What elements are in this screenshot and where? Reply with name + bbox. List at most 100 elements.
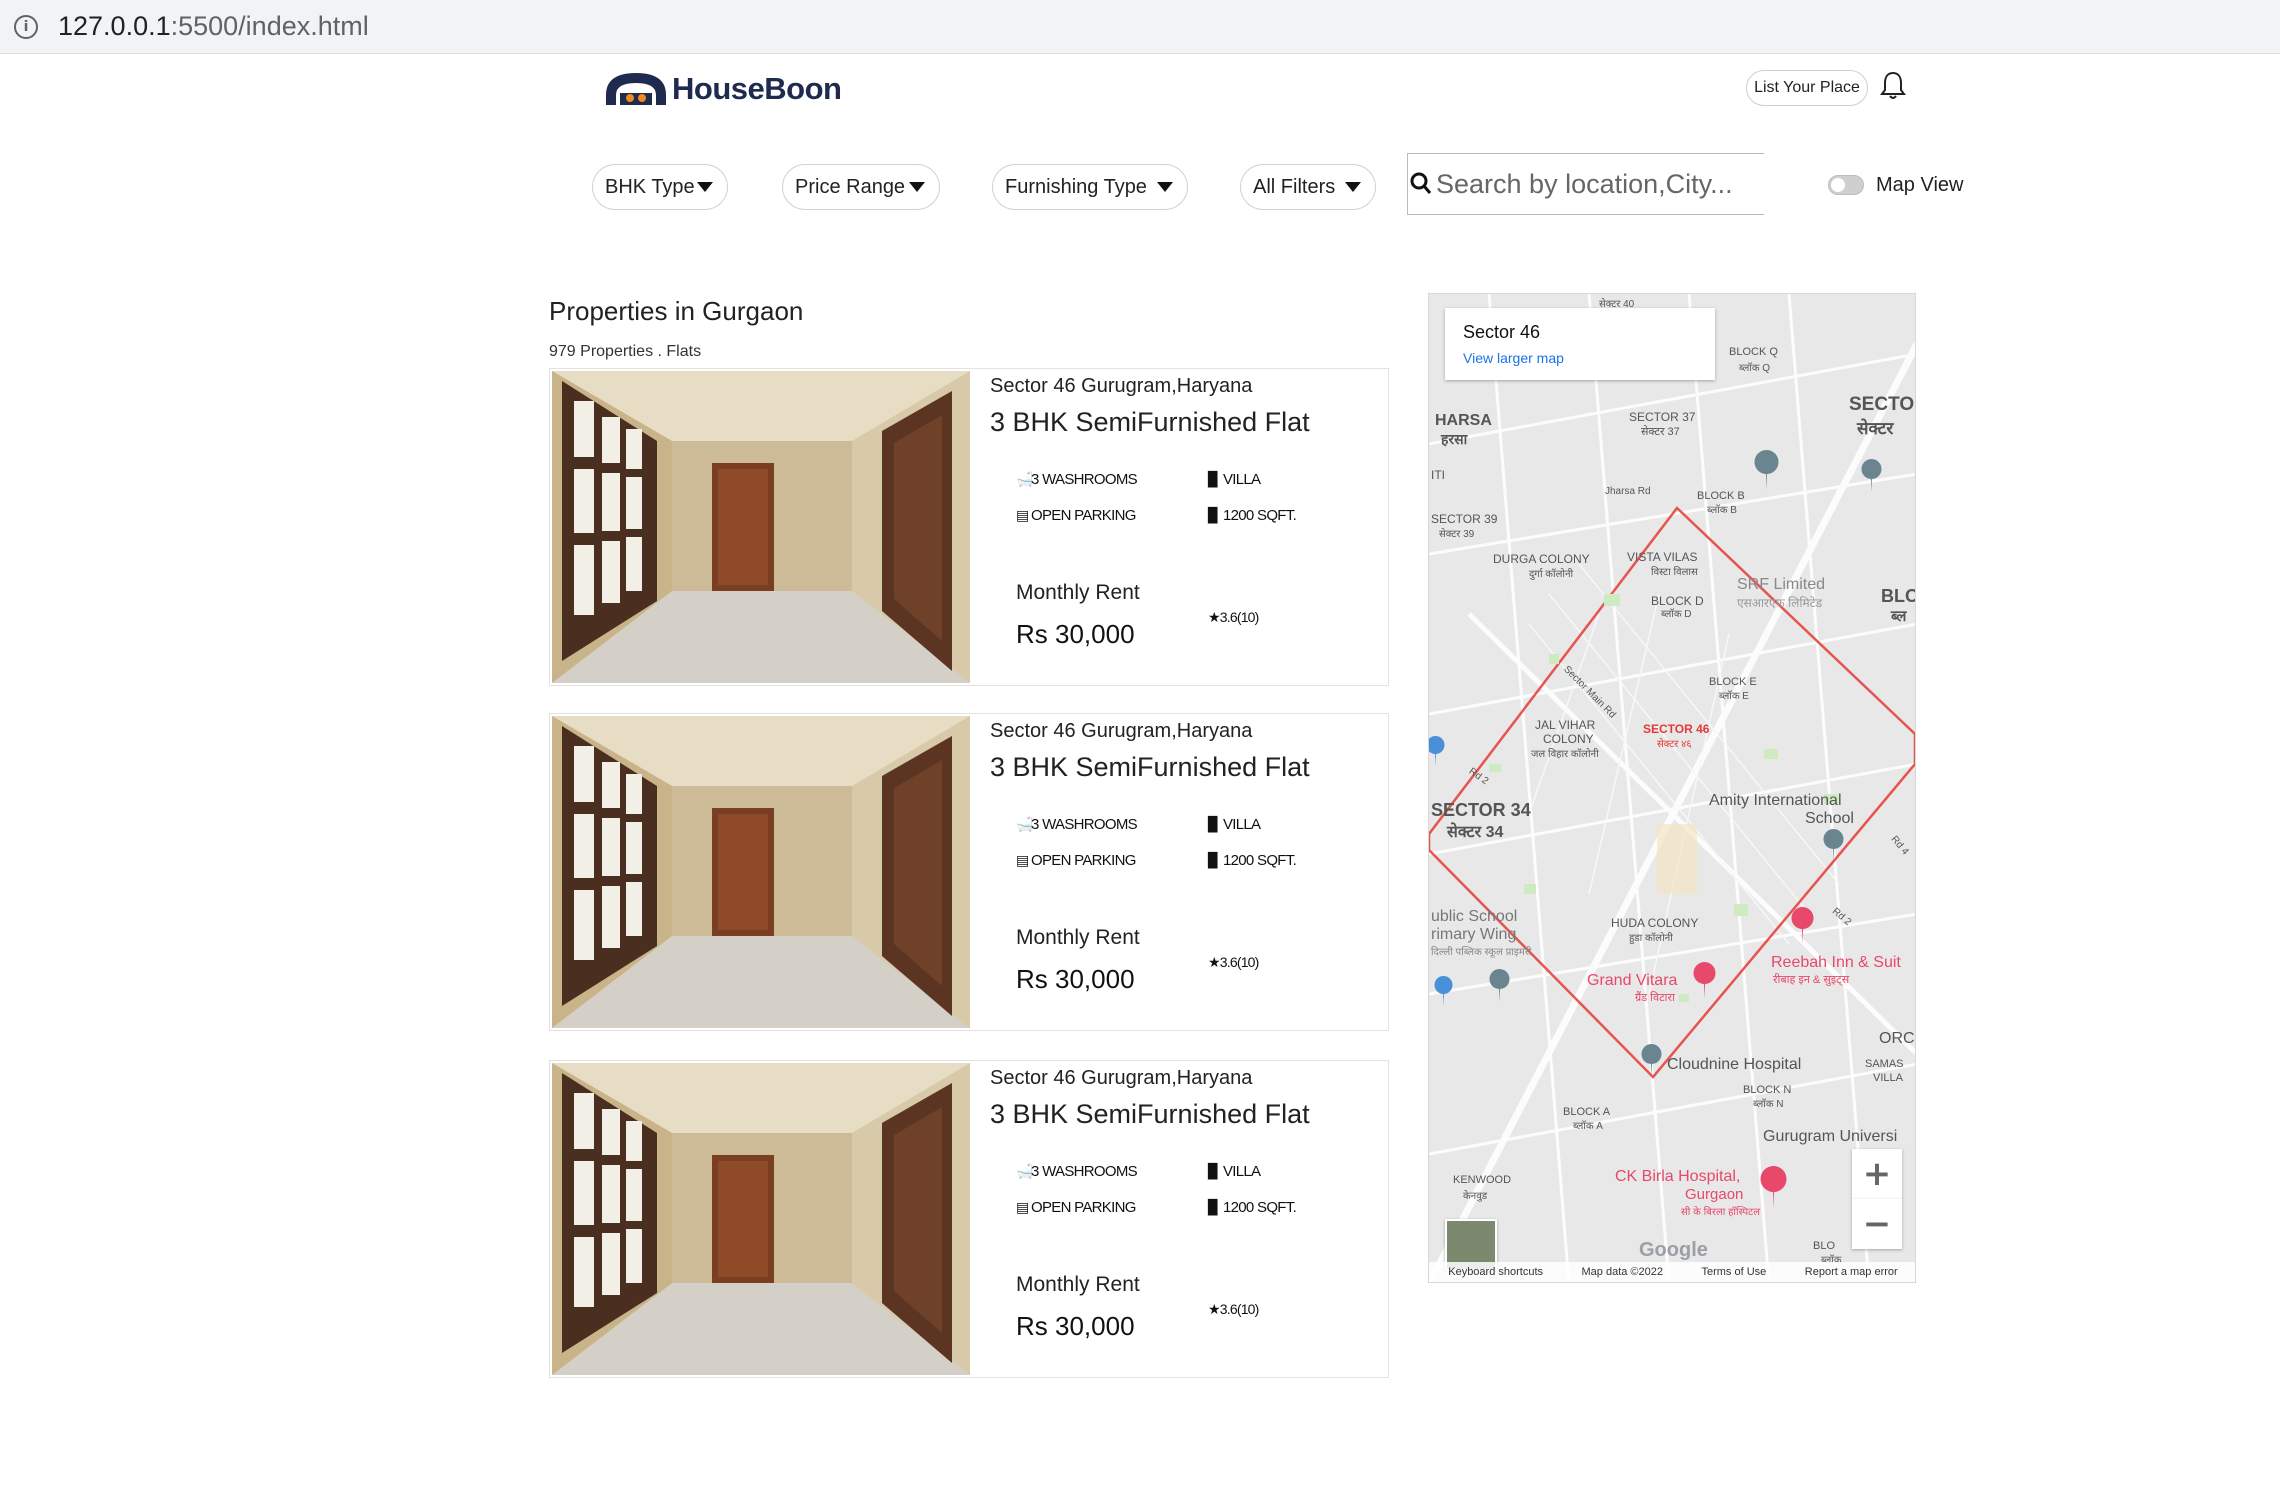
map-label: एसआरएफ लिमिटेड	[1737, 596, 1823, 610]
furnishing-type-dropdown[interactable]: Furnishing Type	[992, 164, 1188, 210]
info-icon[interactable]: i	[14, 14, 38, 39]
property-photo[interactable]	[552, 1063, 970, 1375]
star-icon: ★	[1208, 954, 1221, 970]
map-label: BLOCK A	[1563, 1106, 1611, 1118]
terms-of-use-link[interactable]: Terms of Use	[1701, 1266, 1766, 1278]
search-box[interactable]	[1407, 153, 1764, 215]
area-feature: ▉ 1200 SQFT.	[1208, 852, 1297, 869]
map-label: जल विहार कॉलोनी	[1531, 749, 1599, 760]
rating: ★3.6(10)	[1208, 609, 1259, 626]
brand-logo[interactable]: HouseBoon	[604, 66, 842, 112]
map-label: ब्लॉक Q	[1739, 363, 1771, 374]
all-filters-dropdown[interactable]: All Filters	[1240, 164, 1376, 210]
parking-feature: ▤ OPEN PARKING	[1016, 1199, 1136, 1216]
map-embed[interactable]: सेक्टर 40 BLOCK Q ब्लॉक Q SECTO सेक्टर H…	[1428, 293, 1916, 1283]
house-logo-icon	[606, 73, 666, 105]
map-place-card: Sector 46 View larger map	[1445, 308, 1715, 380]
parking-feature: ▤ OPEN PARKING	[1016, 507, 1136, 524]
bathtub-icon: 🛁	[1016, 816, 1033, 832]
property-photo[interactable]	[552, 716, 970, 1028]
property-card[interactable]: Sector 46 Gurugram,Haryana 3 BHK SemiFur…	[549, 368, 1389, 686]
map-label: ब्लॉक D	[1661, 609, 1692, 620]
map-label: ब्लॉक A	[1573, 1121, 1603, 1132]
rent-amount: Rs 30,000	[1016, 964, 1135, 994]
area-text: 1200 SQFT.	[1223, 852, 1297, 869]
washrooms-feature: 🛁 3 WASHROOMS	[1016, 471, 1138, 488]
map-label: सेक्टर 34	[1447, 824, 1504, 841]
area-text: 1200 SQFT.	[1223, 1199, 1297, 1216]
map-label: ORC	[1879, 1030, 1915, 1047]
map-label: केनवुड	[1463, 1191, 1488, 1202]
map-label: Jharsa Rd	[1605, 486, 1651, 497]
map-label: SECTOR 46	[1643, 722, 1710, 736]
list-your-place-button[interactable]: List Your Place	[1746, 70, 1868, 106]
map-label: SECTO	[1849, 394, 1915, 415]
parking-icon: ▤	[1016, 507, 1029, 523]
map-label: HUDA COLONY	[1611, 916, 1699, 930]
report-map-error-link[interactable]: Report a map error	[1805, 1266, 1898, 1278]
parking-text: OPEN PARKING	[1031, 1199, 1136, 1216]
property-type-text: VILLA	[1223, 1163, 1261, 1180]
map-view-toggle[interactable]	[1828, 175, 1864, 195]
zoom-out-button[interactable]: −	[1852, 1199, 1902, 1249]
map-label: ITI	[1431, 468, 1445, 482]
rating-text: 3.6(10)	[1219, 1301, 1260, 1317]
url-text[interactable]: 127.0.0.1:5500/index.html	[58, 11, 369, 42]
property-title[interactable]: 3 BHK SemiFurnished Flat	[990, 752, 1310, 783]
listing-count: 979 Properties . Flats	[549, 343, 702, 360]
building-icon: ▉	[1208, 471, 1219, 487]
washrooms-text: 3 WASHROOMS	[1031, 471, 1138, 488]
keyboard-shortcuts-link[interactable]: Keyboard shortcuts	[1448, 1266, 1543, 1278]
bhk-type-label: BHK Type	[605, 175, 695, 198]
map-place-title: Sector 46	[1463, 322, 1541, 342]
zoom-in-button[interactable]: +	[1852, 1149, 1902, 1199]
property-type-text: VILLA	[1223, 816, 1261, 833]
parking-feature: ▤ OPEN PARKING	[1016, 852, 1136, 869]
rent-label: Monthly Rent	[1016, 926, 1140, 949]
star-icon: ★	[1208, 609, 1221, 625]
bathtub-icon: 🛁	[1016, 1163, 1033, 1179]
brand-name: HouseBoon	[672, 71, 842, 106]
caret-down-icon	[1157, 182, 1173, 192]
parking-icon: ▤	[1016, 1199, 1029, 1215]
rating-text: 3.6(10)	[1219, 954, 1260, 970]
view-larger-map-link[interactable]: View larger map	[1463, 350, 1564, 366]
property-title[interactable]: 3 BHK SemiFurnished Flat	[990, 1099, 1310, 1130]
map-label: हरसा	[1441, 431, 1468, 447]
map-label: ब्ल	[1891, 608, 1907, 625]
all-filters-label: All Filters	[1253, 175, 1336, 198]
map-label: BLO	[1813, 1240, 1836, 1252]
search-icon[interactable]	[1410, 172, 1432, 196]
property-card[interactable]: Sector 46 Gurugram,Haryana 3 BHK SemiFur…	[549, 1060, 1389, 1378]
map-label: SECTOR 34	[1431, 800, 1531, 820]
property-location: Sector 46 Gurugram,Haryana	[990, 1067, 1253, 1089]
property-photo[interactable]	[552, 371, 970, 683]
map-label: ब्लॉक E	[1719, 691, 1749, 702]
area-feature: ▉ 1200 SQFT.	[1208, 1199, 1297, 1216]
map-label: Amity International	[1709, 792, 1842, 809]
building-icon: ▉	[1208, 1163, 1219, 1179]
area-text: 1200 SQFT.	[1223, 507, 1297, 524]
map-label: KENWOOD	[1453, 1174, 1512, 1186]
map-label: विस्टा विलास	[1651, 567, 1698, 578]
map-label: BLOCK Q	[1729, 346, 1778, 358]
washrooms-feature: 🛁 3 WASHROOMS	[1016, 816, 1138, 833]
caret-down-icon	[697, 182, 713, 192]
map-label: ब्लॉक N	[1753, 1099, 1784, 1110]
bhk-type-dropdown[interactable]: BHK Type	[592, 164, 728, 210]
map-label: SECTOR 37	[1629, 410, 1696, 424]
property-card[interactable]: Sector 46 Gurugram,Haryana 3 BHK SemiFur…	[549, 713, 1389, 1031]
browser-address-bar[interactable]: i 127.0.0.1:5500/index.html	[0, 0, 2280, 54]
price-range-dropdown[interactable]: Price Range	[782, 164, 940, 210]
bathtub-icon: 🛁	[1016, 471, 1033, 487]
map-label: School	[1805, 810, 1854, 827]
property-title[interactable]: 3 BHK SemiFurnished Flat	[990, 407, 1310, 438]
map-label: ब्लॉक B	[1707, 505, 1737, 516]
url-path: :5500/index.html	[170, 11, 369, 41]
map-footer: Keyboard shortcuts Map data ©2022 Terms …	[1429, 1262, 1915, 1282]
star-icon: ★	[1208, 1301, 1221, 1317]
map-label: SRF Limited	[1737, 576, 1826, 593]
notification-bell-icon[interactable]	[1880, 70, 1906, 105]
map-label: SAMAS	[1865, 1058, 1904, 1070]
search-input[interactable]	[1436, 168, 1756, 200]
